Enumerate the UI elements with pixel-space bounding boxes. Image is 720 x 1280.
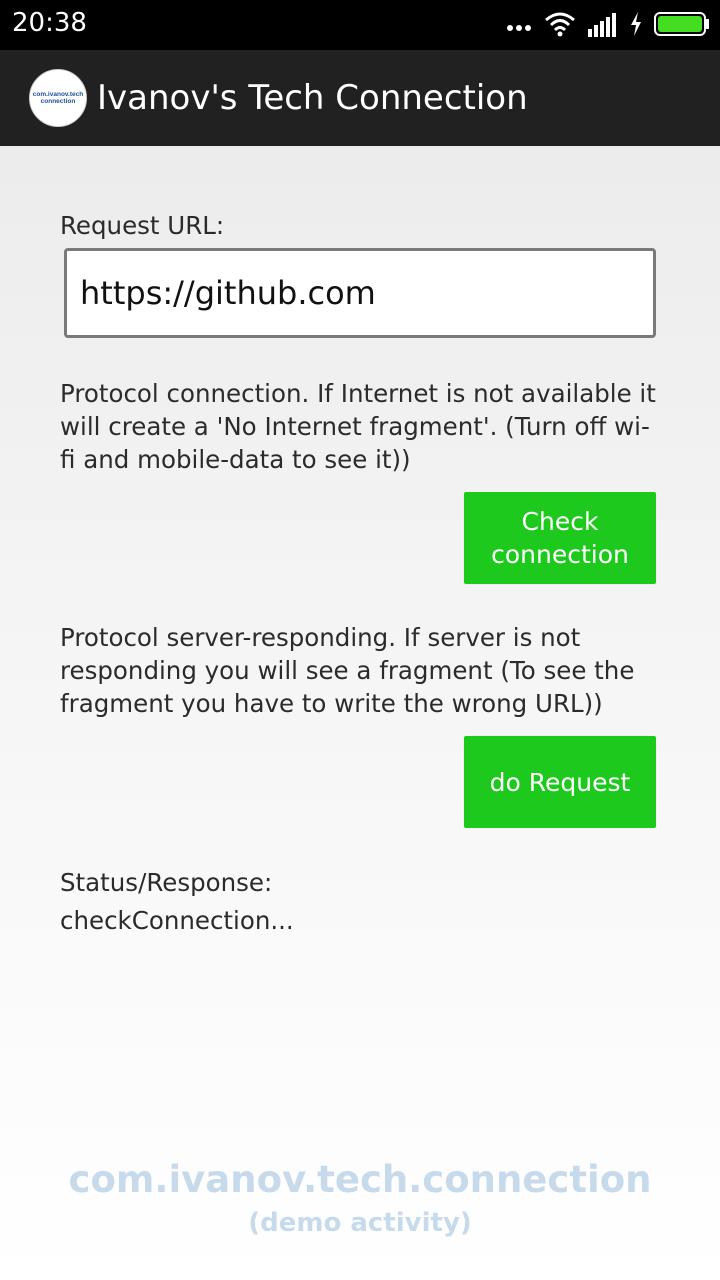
check-connection-button[interactable]: Check connection <box>464 492 656 584</box>
watermark-package: com.ivanov.tech.connection <box>68 1158 652 1201</box>
status-bar: 20:38 <box>0 0 720 50</box>
url-input[interactable] <box>64 248 656 338</box>
more-dots-icon <box>506 17 532 36</box>
app-bar: com.ivanov.tech connection Ivanov's Tech… <box>0 50 720 146</box>
charging-icon <box>630 12 642 40</box>
status-time: 20:38 <box>12 8 87 38</box>
status-value: checkConnection... <box>60 906 294 935</box>
watermark-subtitle: (demo activity) <box>248 1208 472 1238</box>
url-label: Request URL: <box>60 211 225 240</box>
app-title: Ivanov's Tech Connection <box>97 78 528 118</box>
do-request-button[interactable]: do Request <box>464 736 656 828</box>
status-icons <box>506 10 710 42</box>
app-logo-text-line2: connection <box>40 98 76 105</box>
app-logo: com.ivanov.tech connection <box>29 69 87 127</box>
main-content: Request URL: Protocol connection. If Int… <box>0 146 720 1280</box>
request-description: Protocol server-responding. If server is… <box>60 623 635 718</box>
battery-icon <box>654 11 710 41</box>
app-logo-text-line1: com.ivanov.tech <box>32 91 84 98</box>
wifi-icon <box>544 11 576 41</box>
status-label: Status/Response: <box>60 868 273 897</box>
signal-icon <box>588 11 618 41</box>
connection-description: Protocol connection. If Internet is not … <box>60 379 656 474</box>
